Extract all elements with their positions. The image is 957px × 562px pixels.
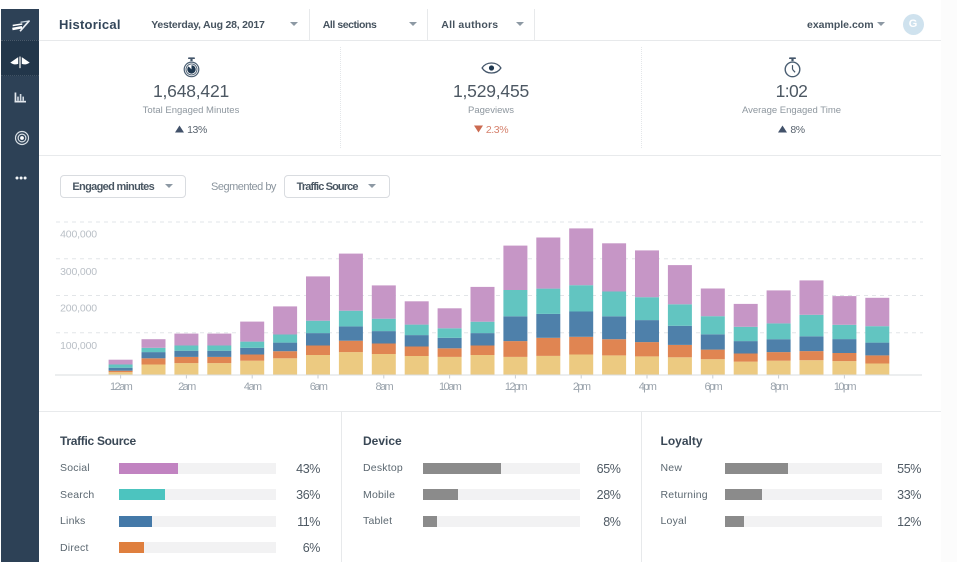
svg-text:6am: 6am <box>310 381 328 393</box>
svg-text:6pm: 6pm <box>704 381 722 393</box>
svg-text:100,000: 100,000 <box>60 340 97 352</box>
svg-text:12am: 12am <box>110 381 133 393</box>
svg-text:400,000: 400,000 <box>60 228 97 240</box>
svg-text:2pm: 2pm <box>573 381 591 393</box>
svg-text:300,000: 300,000 <box>60 266 97 278</box>
svg-text:10am: 10am <box>439 381 462 393</box>
svg-text:10pm: 10pm <box>834 381 857 393</box>
svg-text:8pm: 8pm <box>770 381 788 393</box>
svg-text:4pm: 4pm <box>639 381 657 393</box>
svg-text:12pm: 12pm <box>505 381 528 393</box>
svg-text:2am: 2am <box>178 381 196 393</box>
svg-text:200,000: 200,000 <box>60 303 97 315</box>
svg-text:8am: 8am <box>375 381 393 393</box>
svg-text:4am: 4am <box>244 381 262 393</box>
